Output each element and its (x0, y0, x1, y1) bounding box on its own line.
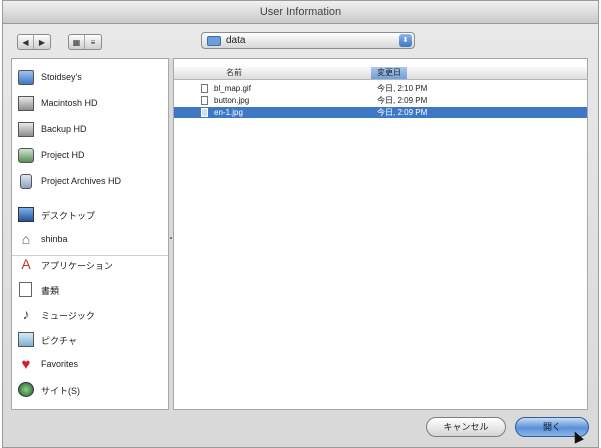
image-file-icon (201, 84, 208, 93)
file-date: 今日, 2:09 PM (377, 108, 428, 117)
sidebar-item-computer[interactable]: Stoidsey's (12, 67, 168, 89)
home-icon: ⌂ (21, 231, 31, 247)
path-popup-menu[interactable]: data ⬍ (201, 32, 415, 49)
sidebar-item-label: ピクチャ (41, 336, 77, 346)
folder-icon (207, 36, 221, 46)
sidebar-item-label: サイト(S) (41, 386, 80, 396)
pictures-icon (18, 332, 34, 347)
toolbar: ◀ ▶ ▦ ≡ data ⬍ (3, 24, 598, 58)
icon-view-button[interactable]: ▦ (69, 35, 85, 49)
back-forward-buttons: ◀ ▶ (17, 34, 51, 50)
sidebar-item-label: Stoidsey's (41, 72, 82, 82)
window-title: User Information (3, 1, 598, 24)
sidebar-item-home[interactable]: ⌂ shinba (12, 229, 168, 251)
documents-icon (19, 282, 32, 297)
sidebar-item-documents[interactable]: 書類 (12, 279, 168, 301)
applications-icon: A (21, 256, 31, 272)
file-list: 名前 変更日 bl_map.gif 今日, 2:10 PM button.jpg… (173, 58, 588, 410)
favorites-heart-icon: ♥ (21, 356, 31, 373)
forward-arrow-icon: ▶ (38, 37, 46, 47)
network-disk-icon (18, 148, 34, 163)
back-button[interactable]: ◀ (18, 35, 34, 49)
file-name: en-1.jpg (214, 108, 243, 117)
splitter-grip-icon (170, 237, 172, 239)
sidebar-item-desktop[interactable]: デスクトップ (12, 204, 168, 226)
back-arrow-icon: ◀ (22, 37, 29, 47)
sidebar-item-label: Backup HD (41, 124, 87, 134)
sidebar-item-label: アプリケーション (41, 261, 113, 271)
globe-icon (18, 382, 34, 397)
sidebar: Stoidsey's Macintosh HD Backup HD Projec… (11, 58, 169, 410)
sidebar-item-label: デスクトップ (41, 211, 96, 221)
sidebar-item-pictures[interactable]: ピクチャ (12, 329, 168, 351)
hard-disk-icon (18, 96, 34, 111)
list-header: 名前 変更日 (174, 67, 587, 80)
file-row[interactable]: button.jpg 今日, 2:09 PM (174, 95, 587, 106)
list-view-button[interactable]: ≡ (85, 35, 101, 49)
forward-button[interactable]: ▶ (34, 35, 50, 49)
image-file-icon (201, 96, 208, 105)
file-date: 今日, 2:09 PM (377, 96, 428, 105)
file-row[interactable]: bl_map.gif 今日, 2:10 PM (174, 83, 587, 94)
popup-arrows-icon: ⬍ (399, 34, 412, 47)
image-file-icon (201, 108, 208, 117)
icon-view-icon: ▦ (72, 37, 81, 47)
desktop-icon (18, 207, 34, 222)
sidebar-item-project-archives-hd[interactable]: Project Archives HD (12, 171, 168, 193)
hard-disk-icon (18, 122, 34, 137)
sidebar-item-label: Project Archives HD (41, 176, 122, 186)
sidebar-item-label: Project HD (41, 150, 85, 160)
file-date: 今日, 2:10 PM (377, 84, 428, 93)
open-file-dialog: User Information ◀ ▶ ▦ ≡ data ⬍ Stoidsey… (2, 0, 599, 448)
path-folder-label: data (226, 35, 246, 46)
column-header-date[interactable]: 変更日 (371, 67, 407, 79)
sidebar-item-label: ミュージック (41, 311, 95, 321)
sidebar-item-macintosh-hd[interactable]: Macintosh HD (12, 93, 168, 115)
sidebar-item-project-hd[interactable]: Project HD (12, 145, 168, 167)
sidebar-item-sites[interactable]: サイト(S) (12, 379, 168, 401)
cancel-button[interactable]: キャンセル (426, 417, 506, 437)
file-name: button.jpg (214, 96, 250, 105)
column-header-name[interactable]: 名前 (226, 67, 242, 79)
sidebar-item-label: Favorites (41, 359, 79, 369)
sidebar-item-music[interactable]: ♪ ミュージック (12, 304, 168, 326)
sidebar-item-label: shinba (41, 234, 68, 244)
sidebar-item-applications[interactable]: A アプリケーション (12, 254, 168, 276)
music-icon: ♪ (22, 306, 30, 322)
sidebar-item-label: 書類 (41, 286, 60, 296)
disk-icon (20, 174, 32, 189)
sidebar-item-backup-hd[interactable]: Backup HD (12, 119, 168, 141)
computer-icon (18, 70, 34, 85)
file-row-selected[interactable]: en-1.jpg 今日, 2:09 PM (174, 107, 587, 118)
sidebar-item-favorites[interactable]: ♥ Favorites (12, 354, 168, 376)
view-mode-buttons: ▦ ≡ (68, 34, 102, 50)
sidebar-item-label: Macintosh HD (41, 98, 98, 108)
list-view-icon: ≡ (90, 37, 96, 47)
file-name: bl_map.gif (214, 84, 251, 93)
